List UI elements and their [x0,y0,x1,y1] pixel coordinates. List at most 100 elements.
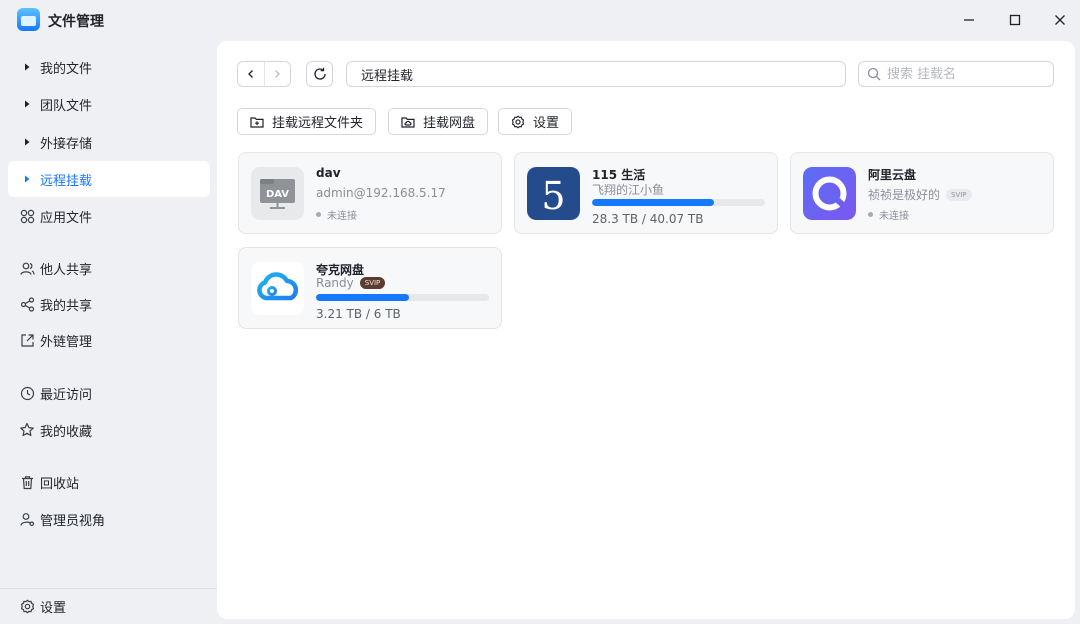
svip-badge: SVIP [946,188,972,201]
app-folder-icon [17,8,40,31]
mount-account-text: 祯祯是极好的 [868,188,941,202]
mount-cloud-drive-button[interactable]: 挂载网盘 [388,108,489,135]
sidebar-item-favorites[interactable]: 我的收藏 [8,412,210,448]
sidebar-item-label: 应用文件 [40,210,93,226]
back-button[interactable] [238,62,264,86]
admin-user-icon [18,510,36,528]
mount-account-text: admin@192.168.5.17 [316,186,446,200]
sidebar-item-link-management[interactable]: 外链管理 [8,322,210,358]
mount-cloud-drive-label: 挂载网盘 [423,116,476,131]
chevron-right-icon [275,70,281,78]
settings-label: 设置 [533,116,560,131]
mount-status: 未连接 [868,207,909,222]
sidebar-item-label: 远程挂载 [40,173,93,189]
sidebar-item-label: 外接存储 [40,136,93,152]
sidebar-settings-label: 设置 [40,600,67,616]
sidebar-item-shared-with-me[interactable]: 他人共享 [8,250,210,286]
caret-right-icon [18,58,36,76]
mount-status-text: 未连接 [879,211,909,222]
mount-status: 未连接 [316,207,357,222]
sidebar-item-label: 我的收藏 [40,424,93,440]
minimize-icon [964,19,974,21]
settings-button[interactable]: 设置 [498,108,573,135]
aliyun-drive-logo-icon [803,167,856,220]
path-bar[interactable]: 远程挂载 [346,61,846,87]
maximize-button[interactable] [1001,8,1029,32]
sidebar-item-label: 最近访问 [40,387,93,403]
clock-icon [18,384,36,402]
path-text: 远程挂载 [361,68,414,84]
sidebar-item-label: 外链管理 [40,334,93,350]
storage-usage-bar [592,199,765,206]
svip-badge: SVIP [359,277,386,289]
sidebar-item-recent[interactable]: 最近访问 [8,375,210,411]
users-icon [18,259,36,277]
maximize-icon [1009,14,1021,26]
caret-right-icon [18,170,36,188]
mount-account: admin@192.168.5.17 [316,186,446,200]
storage-capacity: 3.21 TB / 6 TB [316,307,401,321]
sidebar-item-remote-mount[interactable]: 远程挂载 [8,161,210,197]
storage-usage-bar [316,294,489,301]
refresh-icon [313,67,326,80]
share-icon [18,295,36,313]
sidebar-item-label: 管理员视角 [40,513,106,529]
forward-button[interactable] [265,62,291,86]
close-button[interactable] [1046,8,1074,32]
apps-grid-icon [18,207,36,225]
sidebar: 我的文件 团队文件 外接存储 远程挂载 应用文件 他人共享 我的共享 外链管理 … [0,40,217,624]
sidebar-item-label: 回收站 [40,476,80,492]
mount-account: Randy SVIP [316,276,386,290]
mount-card-dav[interactable]: DAV dav admin@192.168.5.17 未连接 [238,152,502,234]
sidebar-item-team-files[interactable]: 团队文件 [8,86,210,122]
refresh-button[interactable] [306,61,333,87]
cloud-folder-icon [401,115,415,129]
sidebar-item-label: 我的共享 [40,298,93,314]
mount-card-115[interactable]: 5 115 生活 飞翔的江小鱼 28.3 TB / 40.07 TB [514,152,778,234]
mount-remote-folder-label: 挂载远程文件夹 [272,116,364,131]
search-input[interactable] [887,66,1037,82]
minimize-button[interactable] [955,8,983,32]
dav-drive-icon: DAV [251,167,304,220]
sidebar-item-label: 团队文件 [40,98,93,114]
mount-remote-folder-button[interactable]: 挂载远程文件夹 [237,108,377,135]
gear-icon [511,114,525,129]
search-box[interactable] [858,61,1054,87]
115-logo-icon: 5 [527,167,580,220]
folder-plus-icon [250,115,264,129]
sidebar-item-my-files[interactable]: 我的文件 [8,49,210,85]
caret-right-icon [18,95,36,113]
history-nav [237,61,291,87]
sidebar-item-recycle-bin[interactable]: 回收站 [8,464,210,500]
mount-name: 阿里云盘 [868,168,917,182]
chevron-left-icon [247,70,253,78]
caret-right-icon [18,133,36,151]
sidebar-item-label: 我的文件 [40,61,93,77]
external-link-icon [18,331,36,349]
sidebar-item-app-files[interactable]: 应用文件 [8,198,210,234]
trash-icon [18,473,36,491]
storage-capacity: 28.3 TB / 40.07 TB [592,212,704,226]
search-icon [867,67,881,81]
mount-card-aliyun[interactable]: 阿里云盘 祯祯是极好的 SVIP 未连接 [790,152,1054,234]
svg-text:5: 5 [541,174,565,218]
status-dot [316,212,321,217]
star-icon [18,421,36,439]
mount-name: dav [316,166,341,180]
sidebar-settings[interactable]: 设置 [8,588,210,624]
sidebar-item-my-shares[interactable]: 我的共享 [8,286,210,322]
mount-account-text: Randy [316,276,354,290]
sidebar-item-label: 他人共享 [40,262,93,278]
quark-cloud-logo-icon [251,262,304,315]
mount-status-text: 未连接 [327,211,357,222]
close-icon [1055,15,1065,25]
mount-card-quark[interactable]: 夸克网盘 Randy SVIP 3.21 TB / 6 TB [238,247,502,329]
storage-usage-fill [592,199,715,206]
sidebar-item-external-storage[interactable]: 外接存储 [8,124,210,160]
storage-usage-fill [316,294,409,301]
title-bar: 文件管理 [0,0,1080,40]
mount-account-text: 飞翔的江小鱼 [592,183,665,197]
status-dot [868,212,873,217]
main-panel: 远程挂载 挂载远程文件夹 挂载网盘 设置 DAV dav admin@192.1… [217,41,1075,619]
sidebar-item-admin-view[interactable]: 管理员视角 [8,501,210,537]
